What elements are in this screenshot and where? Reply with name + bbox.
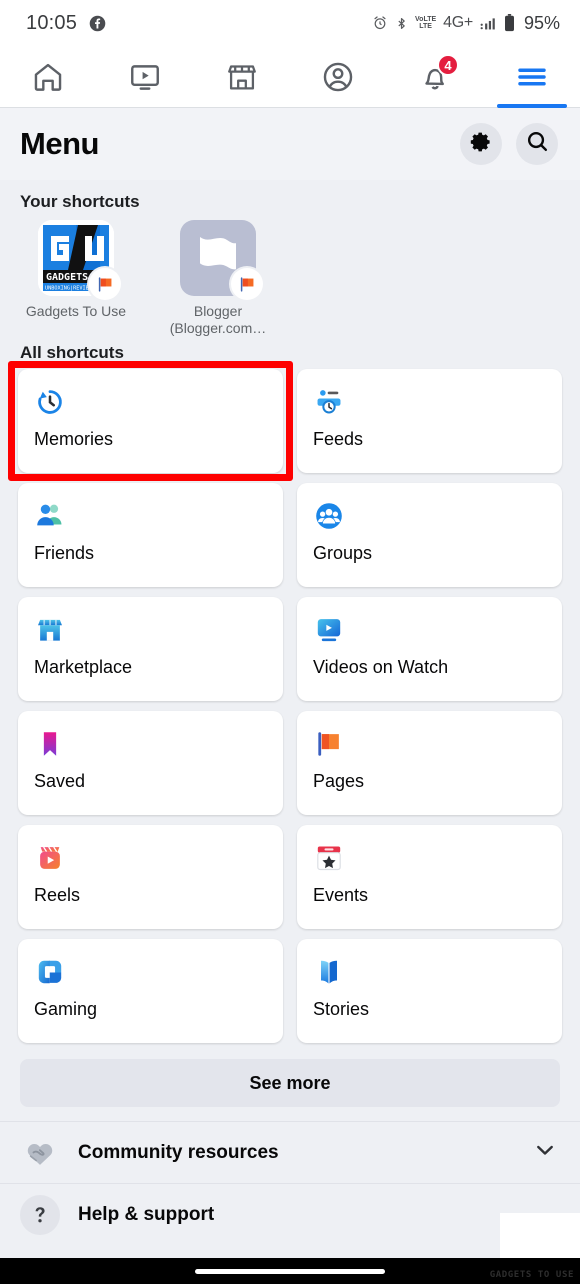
tile-label: Reels [34,885,81,905]
page-title: Menu [20,126,99,161]
home-indicator[interactable] [195,1268,385,1274]
search-icon [525,129,550,159]
marketplace-store-icon [34,613,267,647]
battery-percent-label: 95% [523,12,560,33]
memories-clock-icon [34,385,267,419]
gear-icon [469,130,493,159]
shortcut-tile-marketplace[interactable]: Marketplace [18,597,283,701]
page-flag-icon [231,268,263,300]
shortcut-label: Blogger (Blogger.com… [169,303,267,336]
nav-tab-video[interactable] [97,46,194,107]
list-item-label: Help & support [78,1203,215,1225]
shortcut-gadgets-to-use[interactable]: GADGETS T UNBOXING|REVIEW| Gadgets To Us… [20,220,132,337]
page-flag-icon [89,268,121,300]
feeds-icon [313,385,546,419]
shortcut-tile-groups[interactable]: Groups [297,483,562,587]
shortcut-blogger[interactable]: Blogger (Blogger.com… [162,220,274,337]
tile-label: Marketplace [34,657,133,677]
list-item-help-support[interactable]: Help & support [0,1183,580,1245]
see-more-wrapper: See more [0,1043,580,1121]
shortcut-tile-memories[interactable]: Memories [8,361,293,481]
notification-badge: 4 [436,54,459,76]
tile-label: Feeds [313,429,364,449]
shortcut-tile-reels[interactable]: Reels [18,825,283,929]
facebook-icon [89,15,106,32]
your-shortcuts-label: Your shortcuts [20,192,140,211]
nav-tab-menu[interactable] [483,46,580,108]
shortcut-tile-saved[interactable]: Saved [18,711,283,815]
saved-bookmark-icon [34,727,267,761]
chevron-down-icon[interactable] [532,1137,558,1168]
tile-label: Friends [34,543,95,563]
volte-icon: VoLTE LTE [415,16,437,30]
tile-label: Pages [313,771,365,791]
shortcut-tile-gaming[interactable]: Gaming [18,939,283,1043]
all-shortcuts-label: All shortcuts [20,343,124,362]
phone-screen: 10:05 VoLTE LTE 4G+ 95% 4 Menu Your shor… [0,0,580,1284]
shortcut-tile-feeds[interactable]: Feeds [297,369,562,473]
nav-tab-profile[interactable] [290,46,387,107]
tile-label: Events [313,885,369,905]
friends-icon [34,499,267,533]
nav-tab-notifications[interactable]: 4 [387,46,484,107]
list-item-label: Community resources [78,1141,279,1163]
tile-label: Saved [34,771,86,791]
shortcut-tile-videos-on-watch[interactable]: Videos on Watch [297,597,562,701]
shortcut-thumbnail: GADGETS T UNBOXING|REVIEW| [38,220,121,300]
watch-video-icon [313,613,546,647]
gaming-controller-icon [34,955,267,989]
status-bar-left: 10:05 [26,12,106,35]
tile-label: Videos on Watch [313,657,449,677]
battery-icon [504,14,515,32]
bluetooth-icon [395,16,408,31]
search-button[interactable] [516,123,558,165]
nav-tab-home[interactable] [0,46,97,107]
tile-label: Gaming [34,999,98,1019]
reels-icon [34,841,267,875]
shortcut-tile-pages[interactable]: Pages [297,711,562,815]
events-calendar-icon [313,841,546,875]
svg-text:UNBOXING|REVIEW|: UNBOXING|REVIEW| [45,286,95,292]
tile-label: Groups [313,543,373,563]
menu-header: Menu [0,108,580,180]
pages-flag-icon [313,727,546,761]
tile-label: Memories [34,429,114,449]
shortcut-thumbnail [180,220,263,300]
question-mark-icon [20,1194,60,1235]
status-bar: 10:05 VoLTE LTE 4G+ 95% [0,0,580,46]
shortcut-tile-friends[interactable]: Friends [18,483,283,587]
watermark-label: GADGETS TO USE [489,1270,574,1280]
your-shortcuts-row: GADGETS T UNBOXING|REVIEW| Gadgets To Us… [0,220,580,337]
status-bar-right: VoLTE LTE 4G+ 95% [372,13,560,34]
groups-icon [313,499,546,533]
shortcut-tile-stories[interactable]: Stories [297,939,562,1043]
signal-icon [480,16,497,31]
top-navigation-bar: 4 [0,46,580,108]
header-actions [460,123,558,165]
shortcut-tile-events[interactable]: Events [297,825,562,929]
nav-tab-marketplace[interactable] [193,46,290,107]
alarm-icon [372,15,388,31]
stories-book-icon [313,955,546,989]
settings-button[interactable] [460,123,502,165]
see-more-button[interactable]: See more [20,1059,560,1107]
all-shortcuts-grid: Memories Feeds Friends Groups Marketplac… [0,361,580,1043]
handshake-heart-icon [20,1133,60,1173]
network-type-label: 4G+ [443,14,473,31]
list-item-community-resources[interactable]: Community resources [0,1121,580,1183]
status-bar-clock: 10:05 [26,11,78,34]
tile-label: Stories [313,999,370,1019]
shortcut-label: Gadgets To Use [25,303,127,319]
